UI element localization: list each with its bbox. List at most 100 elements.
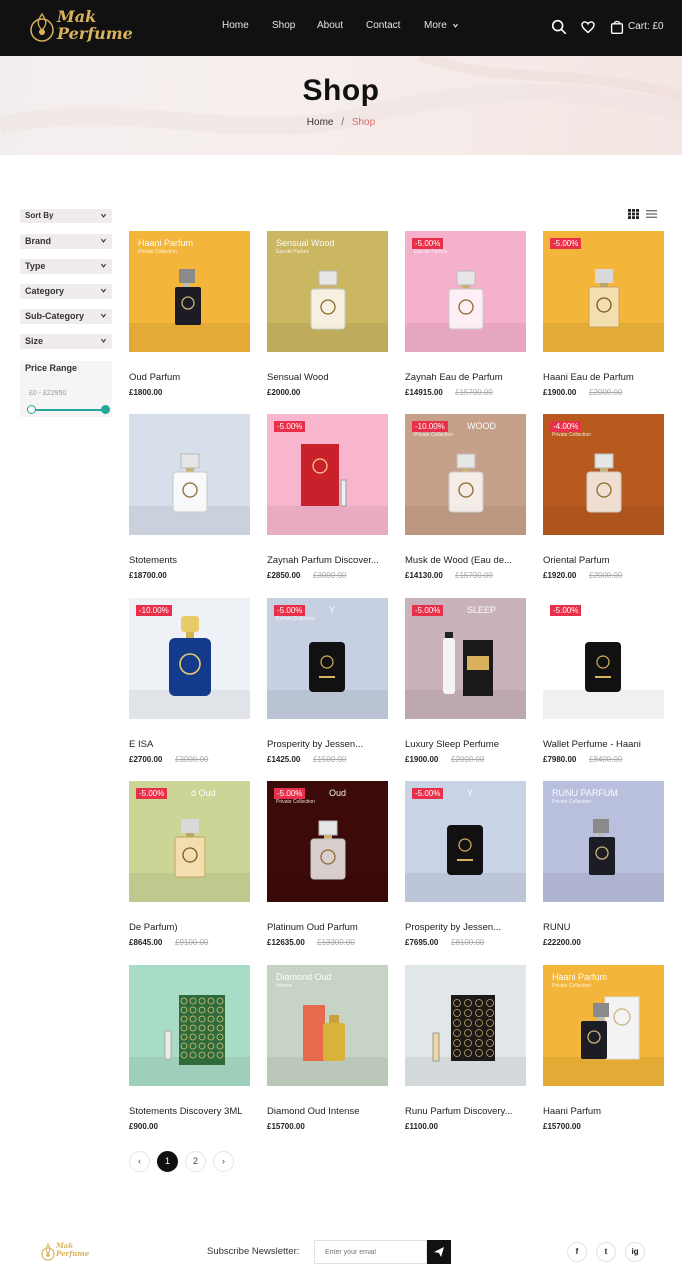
product-image-overlay: Oud (329, 788, 347, 798)
product-image[interactable]: -5.00% (543, 598, 664, 719)
nav-home[interactable]: Home (222, 20, 249, 31)
product-image[interactable]: -10.00% (129, 598, 250, 719)
product-name[interactable]: Musk de Wood (Eau de... (405, 555, 526, 566)
product-image[interactable]: -5.00% (543, 231, 664, 352)
product-name[interactable]: Haani Eau de Parfum (543, 372, 664, 383)
product-name[interactable]: RUNU (543, 922, 664, 933)
category-filter[interactable]: Category (20, 284, 112, 299)
type-filter[interactable]: Type (20, 259, 112, 274)
product-image[interactable]: Oud Private Collection -5.00% (267, 781, 388, 902)
twitter-icon[interactable]: t (596, 1242, 616, 1262)
product-name[interactable]: Platinum Oud Parfum (267, 922, 388, 933)
product-price: £1800.00 (129, 388, 163, 397)
product-price: £2700.00 (129, 755, 163, 764)
product-name[interactable]: Stotements Discovery 3ML (129, 1106, 250, 1117)
product-name[interactable]: Haani Parfum (543, 1106, 664, 1117)
product-name[interactable]: Oriental Parfum (543, 555, 664, 566)
product-image[interactable] (129, 414, 250, 535)
product-image[interactable]: RUNU PARFUM Private Collection (543, 781, 664, 902)
footer-logo-text[interactable]: Mak Perfume (56, 1242, 89, 1258)
product-image-subtitle: Private Collection (552, 432, 591, 438)
product-image[interactable]: SLEEP -5.00% (405, 598, 526, 719)
product-image[interactable]: d Oud -5.00% (129, 781, 250, 902)
newsletter-email-input[interactable] (314, 1240, 427, 1264)
product-old-price: £9100.00 (175, 938, 209, 947)
product-image[interactable]: Y -5.00% (405, 781, 526, 902)
product-name[interactable]: Prosperity by Jessen... (405, 922, 526, 933)
bag-icon[interactable] (608, 18, 626, 36)
nav-contact[interactable]: Contact (366, 20, 400, 31)
breadcrumb-current: Shop (351, 117, 376, 128)
type-label: Type (25, 261, 46, 271)
pagination-prev[interactable]: ‹ (129, 1151, 150, 1172)
facebook-icon[interactable]: f (567, 1242, 587, 1262)
product-bottle-icon (543, 642, 664, 719)
product-image[interactable]: Private Collection -4.00% (543, 414, 664, 535)
product-name[interactable]: Oud Parfum (129, 372, 250, 383)
product-image[interactable]: Sensual Wood Eau de Parfum (267, 231, 388, 352)
price-slider-max-handle[interactable] (101, 405, 110, 414)
product-old-price: £1500.00 (313, 755, 347, 764)
product-name[interactable]: Zaynah Eau de Parfum (405, 372, 526, 383)
product-name[interactable]: Luxury Sleep Perfume (405, 739, 526, 750)
price-slider-track[interactable] (31, 409, 105, 411)
heart-icon[interactable] (579, 18, 597, 36)
product-name[interactable]: De Parfum) (129, 922, 250, 933)
product-image[interactable]: -5.00% (267, 414, 388, 535)
product-bottle-icon (129, 995, 250, 1086)
cart-label[interactable]: Cart: £0 (628, 21, 664, 32)
product-image[interactable]: Haani Parfum Private Collection (543, 965, 664, 1086)
product-image-overlay: Diamond Oud (276, 972, 332, 982)
sort-by-select[interactable]: Sort By (20, 209, 112, 223)
product-image[interactable]: Eau de Parfum -5.00% (405, 231, 526, 352)
product-name[interactable]: Wallet Perfume - Haani (543, 739, 664, 750)
chevron-down-icon (100, 338, 107, 343)
product-name[interactable]: Diamond Oud Intense (267, 1106, 388, 1117)
chevron-down-icon (100, 263, 107, 268)
brand-label: Brand (25, 236, 52, 246)
sub-category-label: Sub-Category (25, 311, 85, 321)
nav-more[interactable]: More (424, 20, 459, 31)
sub-category-filter[interactable]: Sub-Category (20, 309, 112, 324)
price-range-title: Price Range (25, 363, 78, 373)
search-icon[interactable] (550, 18, 568, 36)
product-image[interactable]: Haani Parfum Private Collection (129, 231, 250, 352)
product-image[interactable]: Y Parfum Collection -5.00% (267, 598, 388, 719)
logo-text[interactable]: Mak Perfume (57, 8, 133, 42)
breadcrumb-home[interactable]: Home (307, 117, 334, 128)
discount-badge: -10.00% (136, 605, 172, 616)
product-image[interactable]: Diamond Oud Intense (267, 965, 388, 1086)
product-name[interactable]: Sensual Wood (267, 372, 388, 383)
logo-line2: Perfume (57, 24, 133, 43)
product-price: £1100.00 (405, 1122, 438, 1131)
size-filter[interactable]: Size (20, 334, 112, 349)
product-image[interactable] (405, 965, 526, 1086)
product-image[interactable]: WOOD Private Collection -10.00% (405, 414, 526, 535)
list-view-icon[interactable] (646, 209, 657, 219)
product-name[interactable]: Stotements (129, 555, 250, 566)
page-hero: Shop Home / Shop (0, 56, 682, 155)
discount-badge: -10.00% (412, 421, 448, 432)
product-image-overlay: Y (329, 605, 336, 615)
product-bottle-icon (129, 616, 250, 719)
pagination-page-2[interactable]: 2 (185, 1151, 206, 1172)
product-bottle-icon (267, 444, 388, 535)
product-name[interactable]: E ISA (129, 739, 250, 750)
product-name[interactable]: Prosperity by Jessen... (267, 739, 388, 750)
product-price: £18700.00 (129, 571, 167, 580)
pagination-next[interactable]: › (213, 1151, 234, 1172)
product-price: £1900.00 (405, 755, 439, 764)
grid-view-icon[interactable] (628, 209, 639, 219)
instagram-icon[interactable]: ig (625, 1242, 645, 1262)
product-old-price: £2000.00 (451, 755, 485, 764)
product-image[interactable] (129, 965, 250, 1086)
nav-shop[interactable]: Shop (272, 20, 295, 31)
product-bottle-icon (543, 269, 664, 352)
brand-filter[interactable]: Brand (20, 234, 112, 249)
nav-about[interactable]: About (317, 20, 343, 31)
newsletter-submit-button[interactable] (427, 1240, 451, 1264)
product-name[interactable]: Runu Parfum Discovery... (405, 1106, 526, 1117)
price-slider-min-handle[interactable] (27, 405, 36, 414)
pagination-page-1[interactable]: 1 (157, 1151, 178, 1172)
product-name[interactable]: Zaynah Parfum Discover... (267, 555, 388, 566)
